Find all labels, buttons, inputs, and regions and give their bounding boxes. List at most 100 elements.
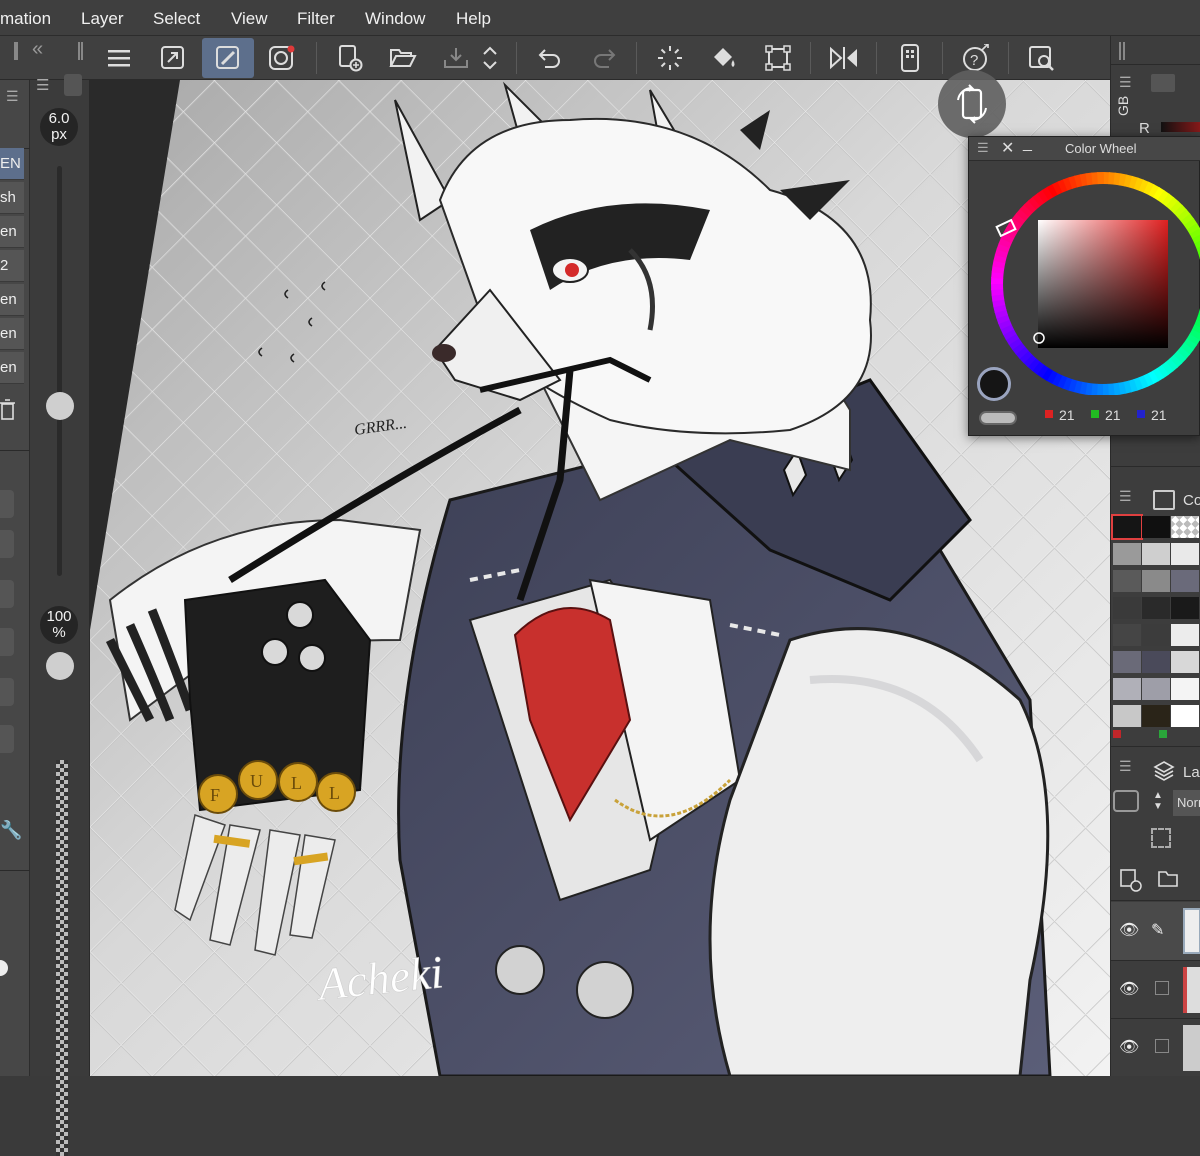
close-icon[interactable]: ✕	[1001, 138, 1014, 158]
new-layer-icon[interactable]	[1119, 868, 1142, 892]
undo-icon[interactable]	[528, 38, 572, 78]
opacity-readout[interactable]: 100 %	[40, 606, 78, 644]
layer-tab[interactable]: La	[1183, 764, 1200, 781]
new-folder-icon[interactable]	[1157, 868, 1183, 890]
hand-icon[interactable]	[0, 678, 14, 706]
menu-animation[interactable]: mation	[0, 9, 51, 29]
color-swatch[interactable]	[1171, 651, 1199, 673]
layer-row[interactable]: 👁	[1111, 1018, 1200, 1076]
color-swatch[interactable]	[1142, 678, 1170, 700]
minimize-icon[interactable]: _	[1023, 135, 1032, 153]
opacity-slider[interactable]	[56, 760, 68, 1156]
color-swatch[interactable]	[1142, 543, 1170, 565]
dock-grip-icon[interactable]	[14, 42, 18, 60]
flip-horizontal-icon[interactable]	[822, 38, 866, 78]
color-swatch[interactable]	[1111, 514, 1143, 540]
canvas-viewport[interactable]: F U L L GRRR... Acheki	[90, 80, 1110, 1076]
layer-property-icon[interactable]	[1113, 790, 1139, 812]
color-swatch[interactable]	[1113, 678, 1141, 700]
color-swatch[interactable]	[1113, 651, 1141, 673]
trash-icon[interactable]	[0, 398, 16, 426]
panel-menu-icon[interactable]: ☰	[1119, 488, 1132, 505]
color-swatch[interactable]	[1171, 570, 1199, 592]
color-swatch[interactable]	[1142, 624, 1170, 646]
color-slider-tab-icon[interactable]	[1151, 74, 1175, 92]
menu-icon[interactable]	[98, 38, 142, 78]
color-swatch[interactable]	[1171, 705, 1199, 727]
brush-item[interactable]: en	[0, 318, 24, 350]
panel-menu-icon[interactable]: ☰	[1119, 758, 1132, 775]
dock-grip-icon[interactable]	[1119, 42, 1125, 60]
color-swatch[interactable]	[1171, 516, 1199, 538]
brush-item[interactable]: EN	[0, 148, 24, 180]
transform-pen-icon[interactable]	[202, 38, 254, 78]
layer-row[interactable]: 👁 ✎	[1111, 902, 1200, 960]
open-folder-icon[interactable]	[381, 38, 425, 78]
layer-stack-icon[interactable]	[1153, 760, 1175, 782]
brush-size-knob[interactable]	[46, 392, 74, 420]
download-icon[interactable]	[0, 530, 14, 558]
layer-row[interactable]: 👁	[1111, 960, 1200, 1018]
color-swatch[interactable]	[1142, 705, 1170, 727]
fill-icon[interactable]	[702, 38, 746, 78]
color-swatch[interactable]	[1113, 624, 1141, 646]
artwork-canvas[interactable]: F U L L GRRR... Acheki	[90, 80, 1110, 1076]
color-swatch[interactable]	[1171, 678, 1199, 700]
collapse-left-icon[interactable]: «	[32, 38, 43, 61]
color-swatch[interactable]	[1113, 543, 1141, 565]
panel-menu-icon[interactable]: ☰	[1119, 74, 1132, 91]
color-swatch[interactable]	[1171, 543, 1199, 565]
menu-window[interactable]: Window	[365, 9, 425, 29]
visibility-eye-icon[interactable]: 👁	[1119, 979, 1139, 999]
wrench-icon[interactable]: 🔧	[0, 820, 22, 844]
transparent-color-toggle[interactable]	[979, 411, 1017, 425]
loading-icon[interactable]	[648, 38, 692, 78]
resize-icon[interactable]	[151, 38, 195, 78]
brush-item[interactable]: en	[0, 216, 24, 248]
dock-grip-icon[interactable]	[78, 42, 83, 60]
rotate-canvas-button[interactable]	[938, 70, 1006, 138]
brush-settings-icon[interactable]	[64, 74, 82, 96]
menu-view[interactable]: View	[231, 9, 268, 29]
r-slider[interactable]	[1161, 122, 1200, 132]
save-tray-icon[interactable]	[434, 38, 478, 78]
opacity-knob[interactable]	[46, 652, 74, 680]
layer-checkbox[interactable]	[1155, 981, 1169, 995]
layer-checkbox[interactable]	[1155, 1039, 1169, 1053]
brush-item[interactable]: en	[0, 284, 24, 316]
brush-size-readout[interactable]: 6.0 px	[40, 108, 78, 146]
edit-icon[interactable]	[0, 580, 14, 608]
color-swatch[interactable]	[1142, 516, 1170, 538]
brush-size-slider[interactable]	[57, 166, 62, 576]
color-set-tab[interactable]: Co	[1183, 492, 1200, 509]
panel-menu-icon[interactable]: ☰	[977, 140, 989, 156]
menu-filter[interactable]: Filter	[297, 9, 335, 29]
companion-icon[interactable]	[888, 38, 932, 78]
color-swatch[interactable]	[1113, 705, 1141, 727]
brush-item[interactable]: sh	[0, 182, 24, 214]
spinner-arrows-icon[interactable]	[475, 38, 505, 78]
search-icon[interactable]	[1020, 38, 1064, 78]
tool-property-icon[interactable]	[0, 490, 14, 518]
spinner-icon[interactable]	[0, 725, 14, 753]
color-swatch[interactable]	[1142, 651, 1170, 673]
record-icon[interactable]	[260, 38, 304, 78]
color-swatch[interactable]	[1171, 624, 1199, 646]
transform-icon[interactable]	[756, 38, 800, 78]
menu-select[interactable]: Select	[153, 9, 200, 29]
panel-menu-icon[interactable]: ☰	[6, 88, 19, 105]
new-canvas-icon[interactable]	[328, 38, 372, 78]
visibility-eye-icon[interactable]: 👁	[1119, 1037, 1139, 1057]
color-swatch[interactable]	[1142, 570, 1170, 592]
main-color-swatch[interactable]	[977, 367, 1011, 401]
color-wheel[interactable]	[979, 163, 1200, 395]
color-swatch[interactable]	[1142, 597, 1170, 619]
visibility-eye-icon[interactable]: 👁	[1119, 920, 1139, 940]
color-swatch[interactable]	[1113, 570, 1141, 592]
reference-layer-icon[interactable]	[1151, 828, 1171, 848]
brush-item[interactable]: en	[0, 352, 24, 384]
color-set-icon[interactable]	[1153, 490, 1175, 510]
spinner-arrows-icon[interactable]: ▲ ▼	[1147, 790, 1169, 812]
menu-layer[interactable]: Layer	[81, 9, 124, 29]
brush-item[interactable]: 2	[0, 250, 24, 282]
